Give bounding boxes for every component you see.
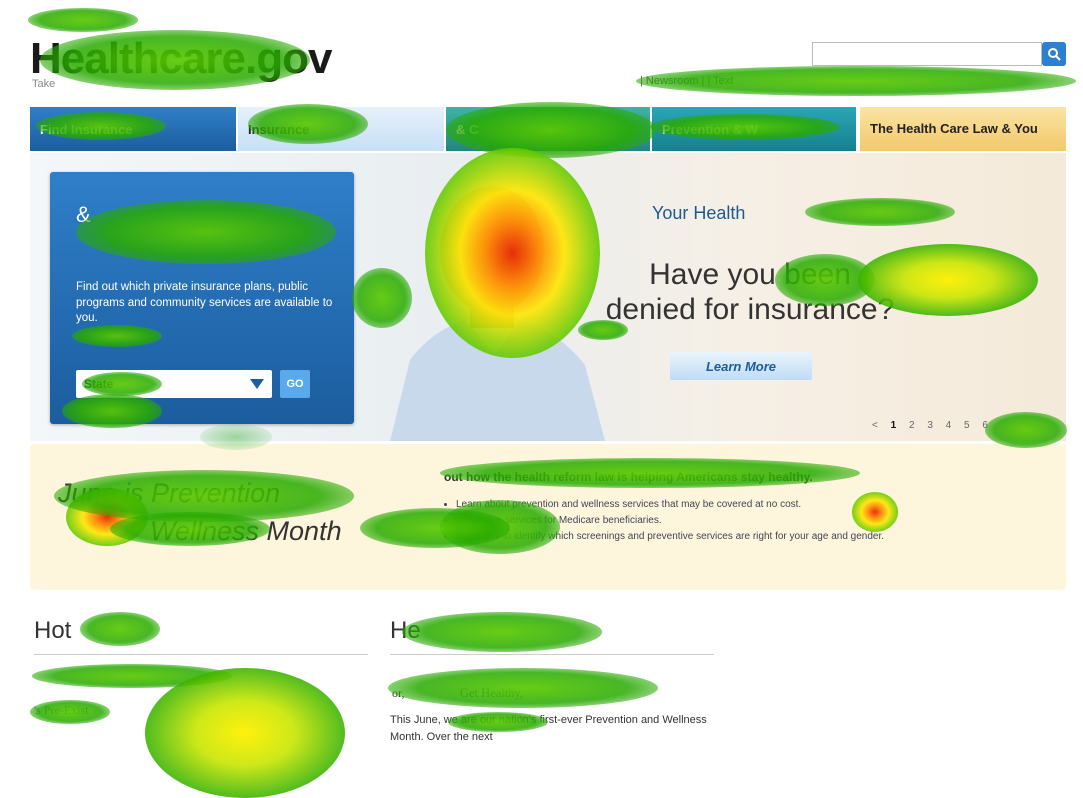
heatmap-blob <box>32 664 232 688</box>
pager-5[interactable]: 5 <box>964 420 975 431</box>
state-select[interactable]: State <box>76 370 272 398</box>
carousel-pager[interactable]: < 1 2 3 4 5 6 <box>872 420 993 431</box>
pager-1[interactable]: 1 <box>891 420 902 431</box>
site-logo[interactable]: Healthcare.gov <box>30 34 332 84</box>
pager-4[interactable]: 4 <box>946 420 957 431</box>
state-select-value: State <box>84 377 114 391</box>
hot-topic-link[interactable]: 's Pre-Exist <box>34 703 89 718</box>
tab-health-care-law[interactable]: The Health Care Law & You <box>860 107 1066 151</box>
heatmap-blob <box>80 612 160 646</box>
utility-links[interactable]: | Newsroom | | Text <box>640 75 733 87</box>
chevron-down-icon <box>250 379 264 389</box>
pager-3[interactable]: 3 <box>927 420 938 431</box>
search-button[interactable] <box>1042 42 1066 66</box>
hero-headline: Have you been denied for insurance? <box>605 258 895 326</box>
box-title: & <box>76 202 91 227</box>
tagline: Take <box>32 78 56 90</box>
search-input[interactable] <box>812 42 1042 66</box>
blog-post-link[interactable]: Get Healthy, <box>460 686 523 701</box>
tab-find-insurance[interactable]: Find Insurance <box>30 107 236 151</box>
banner-list-item[interactable]: ender.gov to identify which screenings a… <box>456 529 906 545</box>
heatmap-blob <box>28 8 138 32</box>
heatmap-blob <box>402 612 602 652</box>
heatmap-blob <box>145 668 345 798</box>
banner-title-line2: Wellness Month <box>150 516 342 546</box>
pager-6[interactable]: 6 <box>982 420 993 431</box>
tab-community[interactable]: & C <box>446 107 650 151</box>
pager-prev[interactable]: < <box>872 420 883 431</box>
banner-list-item[interactable]: preventive services for Medicare benefic… <box>456 513 906 529</box>
tab-prevention-wellness[interactable]: Prevention & W <box>652 107 856 151</box>
pager-2[interactable]: 2 <box>909 420 920 431</box>
divider <box>390 654 714 655</box>
blog-body: This June, we are our nation's first-eve… <box>390 714 707 743</box>
search-icon <box>1048 48 1061 61</box>
person-photo <box>390 186 605 441</box>
hot-topics-title: Hot <box>34 617 72 644</box>
blog-byline: or, <box>392 686 405 700</box>
go-button[interactable]: GO <box>280 370 310 398</box>
divider <box>34 654 368 655</box>
tab-insurance[interactable]: Insurance <box>238 107 444 151</box>
banner-headline: out how the health reform law is helping… <box>444 470 813 484</box>
hero-kicker: Your Health <box>652 203 746 223</box>
learn-more-button[interactable]: Learn More <box>670 352 812 380</box>
banner-list-item[interactable]: Learn about prevention and wellness serv… <box>456 497 906 513</box>
blog-title: He <box>390 617 421 644</box>
banner-list: Learn about prevention and wellness serv… <box>444 497 906 545</box>
box-description: Find out which private insurance plans, … <box>76 281 333 325</box>
banner-title-line1: June is Prevention <box>58 478 281 508</box>
